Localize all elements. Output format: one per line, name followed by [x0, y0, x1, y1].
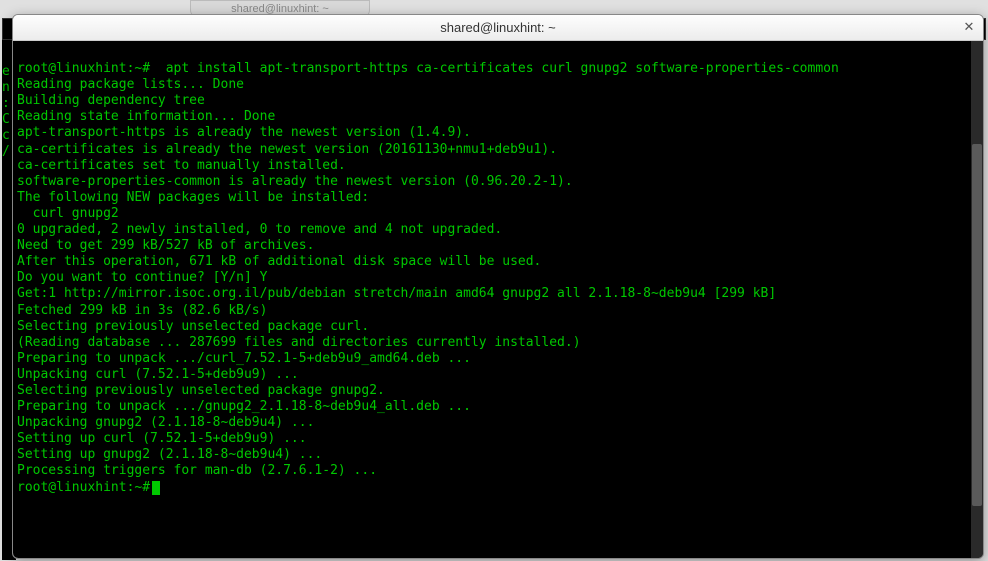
output-line: Fetched 299 kB in 3s (82.6 kB/s) — [17, 303, 267, 318]
output-line: Unpacking curl (7.52.1-5+deb9u9) ... — [17, 367, 299, 382]
output-line: Need to get 299 kB/527 kB of archives. — [17, 238, 314, 253]
terminal-window: shared@linuxhint: ~ ✕ root@linuxhint:~# … — [12, 14, 984, 559]
scrollbar-thumb[interactable] — [972, 144, 982, 506]
prompt-line-1: root@linuxhint:~# apt install apt-transp… — [17, 61, 839, 76]
output-line: ca-certificates is already the newest ve… — [17, 142, 557, 157]
output-line: Selecting previously unselected package … — [17, 383, 385, 398]
output-line: Get:1 http://mirror.isoc.org.il/pub/debi… — [17, 286, 776, 301]
output-line: ca-certificates set to manually installe… — [17, 158, 346, 173]
output-line: Preparing to unpack .../curl_7.52.1-5+de… — [17, 351, 471, 366]
prompt-line-2: root@linuxhint:~# — [17, 480, 150, 495]
close-button[interactable]: ✕ — [961, 20, 977, 36]
output-line: software-properties-common is already th… — [17, 174, 573, 189]
titlebar[interactable]: shared@linuxhint: ~ ✕ — [13, 15, 983, 41]
output-line: Setting up curl (7.52.1-5+deb9u9) ... — [17, 431, 307, 446]
output-line: Setting up gnupg2 (2.1.18-8~deb9u4) ... — [17, 447, 322, 462]
output-line: Reading package lists... Done — [17, 77, 244, 92]
output-line: Do you want to continue? [Y/n] Y — [17, 270, 267, 285]
output-line: (Reading database ... 287699 files and d… — [17, 335, 581, 350]
output-line: curl gnupg2 — [17, 206, 119, 221]
output-line: The following NEW packages will be insta… — [17, 190, 369, 205]
scrollbar[interactable] — [971, 41, 983, 558]
output-line: Reading state information... Done — [17, 109, 275, 124]
output-line: Unpacking gnupg2 (2.1.18-8~deb9u4) ... — [17, 415, 314, 430]
terminal-output[interactable]: root@linuxhint:~# apt install apt-transp… — [13, 41, 983, 558]
output-line: After this operation, 671 kB of addition… — [17, 254, 541, 269]
output-line: Processing triggers for man-db (2.7.6.1-… — [17, 463, 377, 478]
window-title: shared@linuxhint: ~ — [440, 20, 555, 35]
cursor-icon — [152, 481, 160, 495]
output-line: Preparing to unpack .../gnupg2_2.1.18-8~… — [17, 399, 471, 414]
output-line: Building dependency tree — [17, 93, 205, 108]
output-line: 0 upgraded, 2 newly installed, 0 to remo… — [17, 222, 502, 237]
output-line: apt-transport-https is already the newes… — [17, 125, 471, 140]
output-line: Selecting previously unselected package … — [17, 319, 369, 334]
